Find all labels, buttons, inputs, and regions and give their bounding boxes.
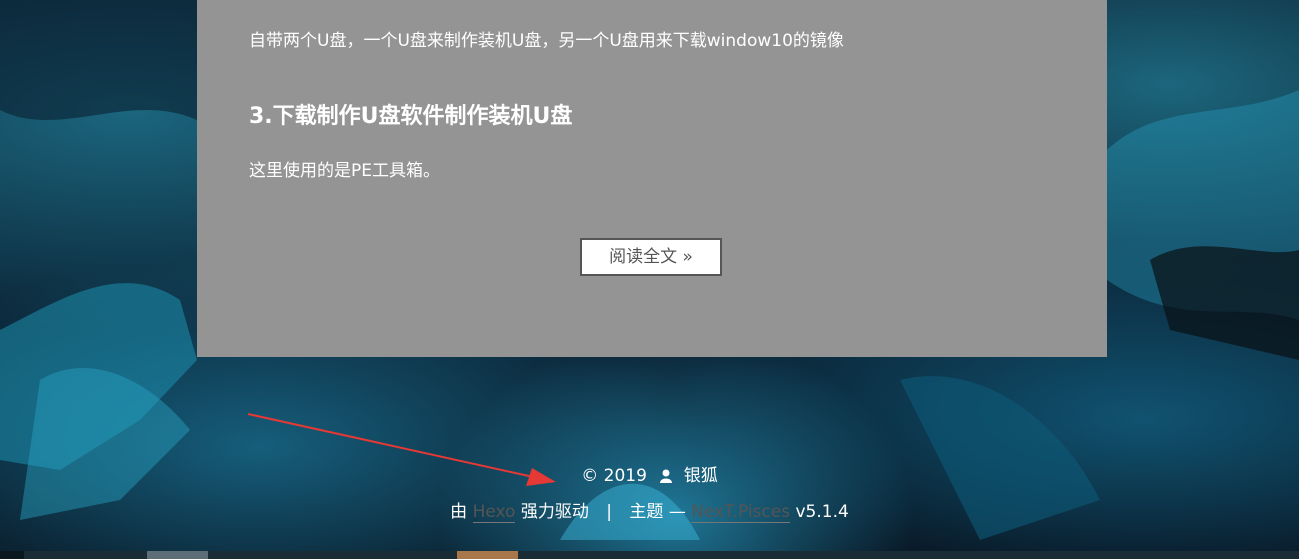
post-card: 自带两个U盘，一个U盘来制作装机U盘，另一个U盘用来下载window10的镜像 … [197, 0, 1107, 357]
powered-suffix: 强力驱动 [520, 502, 589, 522]
author-name: 银狐 [683, 466, 718, 486]
user-icon [660, 468, 673, 488]
bottom-strip [0, 551, 1299, 559]
theme-prefix: 主题 — [629, 502, 686, 522]
post-paragraph: 自带两个U盘，一个U盘来制作装机U盘，另一个U盘用来下载window10的镜像 [249, 31, 844, 51]
footer-powered-by: 由 Hexo 强力驱动 | 主题 — NexT.Pisces v5.1.4 [0, 497, 1299, 523]
powered-prefix: 由 [450, 502, 468, 522]
footer-copyright: © 2019 银狐 [0, 461, 1299, 488]
copyright-text: © 2019 [581, 466, 647, 486]
footer-separator: | [606, 502, 613, 522]
post-section-heading: 3.下载制作U盘软件制作装机U盘 [249, 104, 573, 129]
hexo-link[interactable]: Hexo [472, 502, 516, 523]
read-more-button[interactable]: 阅读全文 » [580, 238, 722, 276]
theme-link[interactable]: NexT.Pisces [691, 502, 791, 523]
post-paragraph-pe: 这里使用的是PE工具箱。 [249, 161, 440, 181]
theme-version: v5.1.4 [795, 502, 849, 522]
